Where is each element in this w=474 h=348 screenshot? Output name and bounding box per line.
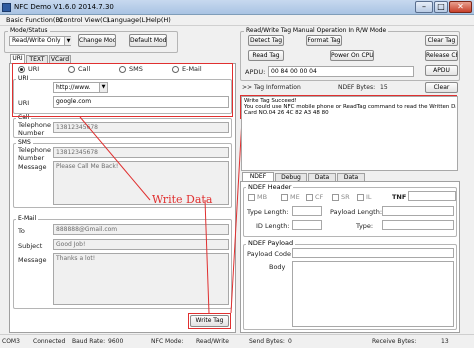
annotation-line-to-button — [204, 199, 210, 314]
flag-il-label: IL — [366, 193, 372, 201]
tag-info-label: >> Tag Information — [242, 84, 301, 91]
ndef-bytes-value: 15 — [380, 84, 388, 91]
apdu-input[interactable]: 00 84 00 00 04 — [268, 66, 414, 77]
ndef-header-title: NDEF Header — [246, 183, 294, 191]
clear-log-button[interactable]: Clear — [425, 82, 458, 93]
id-length-field[interactable] — [292, 220, 322, 230]
type-length-label: Type Length: — [247, 208, 289, 216]
detect-tag-button[interactable]: Detect Tag — [248, 35, 284, 46]
body-field[interactable] — [292, 261, 454, 327]
send-bytes-label: Send Bytes: — [249, 338, 285, 345]
id-length-label: ID Length: — [256, 222, 290, 230]
com-port-label: COM3 — [2, 338, 20, 345]
flag-sr-label: SR — [341, 193, 350, 201]
receive-bytes-value: 13 — [441, 338, 449, 345]
manual-op-title: Read/Write Tag Manual Operation In R/W M… — [244, 27, 389, 34]
flag-cf-checkbox[interactable] — [306, 194, 313, 201]
format-tag-button[interactable]: Format Tag — [306, 35, 342, 46]
payload-length-label: Payload Length: — [330, 208, 383, 216]
body-label: Body — [269, 263, 286, 271]
payload-code-label: Payload Code — [247, 250, 292, 258]
type-label: Type: — [356, 222, 374, 230]
clear-tag-button[interactable]: Clear Tag — [425, 35, 458, 46]
ndef-payload-title: NDEF Payload — [246, 239, 296, 247]
read-tag-button[interactable]: Read Tag — [248, 50, 284, 61]
ndef-bytes-label: NDEF Bytes: — [338, 84, 376, 91]
payload-length-field[interactable] — [382, 206, 454, 216]
baud-rate-label: Baud Rate: — [72, 338, 106, 345]
release-cpu-button[interactable]: Release CPU — [425, 50, 458, 61]
flag-il-checkbox[interactable] — [357, 194, 364, 201]
type-field[interactable] — [382, 220, 454, 230]
flag-mb-label: MB — [257, 193, 268, 201]
nfc-mode-label: NFC Mode: — [151, 338, 184, 345]
tnf-label: TNF — [392, 193, 407, 201]
type-length-field[interactable] — [292, 206, 322, 216]
flag-sr-checkbox[interactable] — [332, 194, 339, 201]
nfc-mode-value: Read/Write — [196, 338, 229, 345]
send-bytes-value: 0 — [288, 338, 292, 345]
receive-bytes-label: Receive Bytes: — [372, 338, 417, 345]
flag-me-checkbox[interactable] — [281, 194, 288, 201]
tnf-field[interactable] — [408, 191, 456, 201]
apdu-button[interactable]: APDU — [425, 65, 458, 76]
payload-code-field[interactable] — [292, 248, 454, 258]
tag-log-area[interactable]: Write Tag Succeed! You could use NFC mob… — [241, 96, 458, 171]
log-line: Card NO.04 26 4C 82 A3 48 80 — [244, 110, 329, 116]
annotation-line-to-uri — [79, 116, 151, 201]
baud-rate-value: 9600 — [108, 338, 124, 345]
flag-cf-label: CF — [315, 193, 324, 201]
status-bar: COM3 Connected Baud Rate: 9600 NFC Mode:… — [0, 334, 474, 348]
power-on-cpu-button[interactable]: Power On CPU — [330, 50, 374, 61]
com-state: Connected — [33, 338, 66, 345]
flag-me-label: ME — [290, 193, 300, 201]
flag-mb-checkbox[interactable] — [248, 194, 255, 201]
apdu-label: APDU: — [245, 68, 266, 76]
